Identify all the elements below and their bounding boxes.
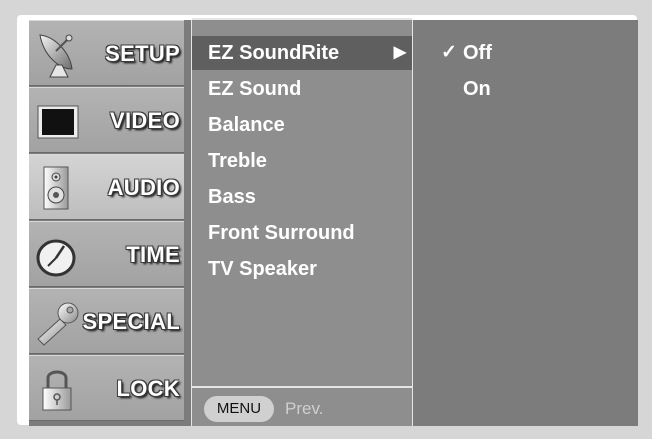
submenu-item-ez-soundrite[interactable]: EZ SoundRite ▶ (192, 36, 412, 70)
arrow-right-icon: ▶ (393, 44, 406, 61)
padlock-icon (42, 370, 72, 411)
category-label: SPECIAL (82, 309, 180, 334)
clock-icon (36, 239, 76, 277)
category-label: TIME (126, 242, 180, 267)
satellite-dish-icon (39, 34, 73, 78)
submenu-item-label: Front Surround (208, 222, 355, 244)
submenu-item-bass[interactable]: Bass (192, 180, 412, 214)
prev-hint: Prev. (285, 399, 324, 418)
submenu-item-label: EZ SoundRite (208, 42, 340, 64)
category-label: SETUP (105, 41, 180, 66)
key-icon (37, 302, 79, 346)
submenu-item-label: Bass (208, 186, 256, 208)
option-label: On (463, 78, 491, 100)
checkmark-icon: ✓ (441, 42, 457, 63)
submenu-item-balance[interactable]: Balance (192, 108, 412, 142)
submenu-item-label: Balance (208, 114, 285, 136)
option-off[interactable]: ✓ Off (419, 36, 638, 70)
category-lock[interactable]: LOCK (29, 355, 184, 421)
submenu-item-label: EZ Sound (208, 78, 302, 100)
option-on[interactable]: On (419, 72, 638, 106)
category-label: VIDEO (110, 108, 180, 133)
menu-button[interactable]: MENU (204, 396, 274, 422)
submenu-item-tv-speaker[interactable]: TV Speaker (192, 252, 412, 286)
speaker-icon (43, 166, 69, 210)
category-time[interactable]: TIME (29, 221, 184, 287)
category-special[interactable]: SPECIAL (29, 288, 184, 354)
submenu-item-label: TV Speaker (208, 258, 317, 280)
category-audio[interactable]: AUDIO (29, 154, 184, 220)
audio-submenu: EZ SoundRite ▶ EZ Sound Balance Treble B… (191, 18, 413, 426)
category-video[interactable]: VIDEO (29, 87, 184, 153)
submenu-item-treble[interactable]: Treble (192, 144, 412, 178)
category-label: AUDIO (107, 175, 180, 200)
category-setup[interactable]: SETUP (29, 20, 184, 86)
divider (192, 18, 412, 20)
submenu-item-label: Treble (208, 150, 267, 172)
options-panel: ✓ Off On (419, 20, 638, 426)
category-label: LOCK (116, 376, 180, 401)
tv-screen-icon (37, 105, 79, 139)
submenu-item-ez-sound[interactable]: EZ Sound (192, 72, 412, 106)
tv-menu-screen: SETUP VIDEO AUDIO TIME SPECIAL LOCK EZ S… (29, 18, 638, 426)
option-label: Off (463, 42, 492, 64)
category-sidebar: SETUP VIDEO AUDIO TIME SPECIAL LOCK (29, 20, 186, 426)
submenu-footer: MENU Prev. (192, 386, 412, 426)
submenu-item-front-surround[interactable]: Front Surround (192, 216, 412, 250)
